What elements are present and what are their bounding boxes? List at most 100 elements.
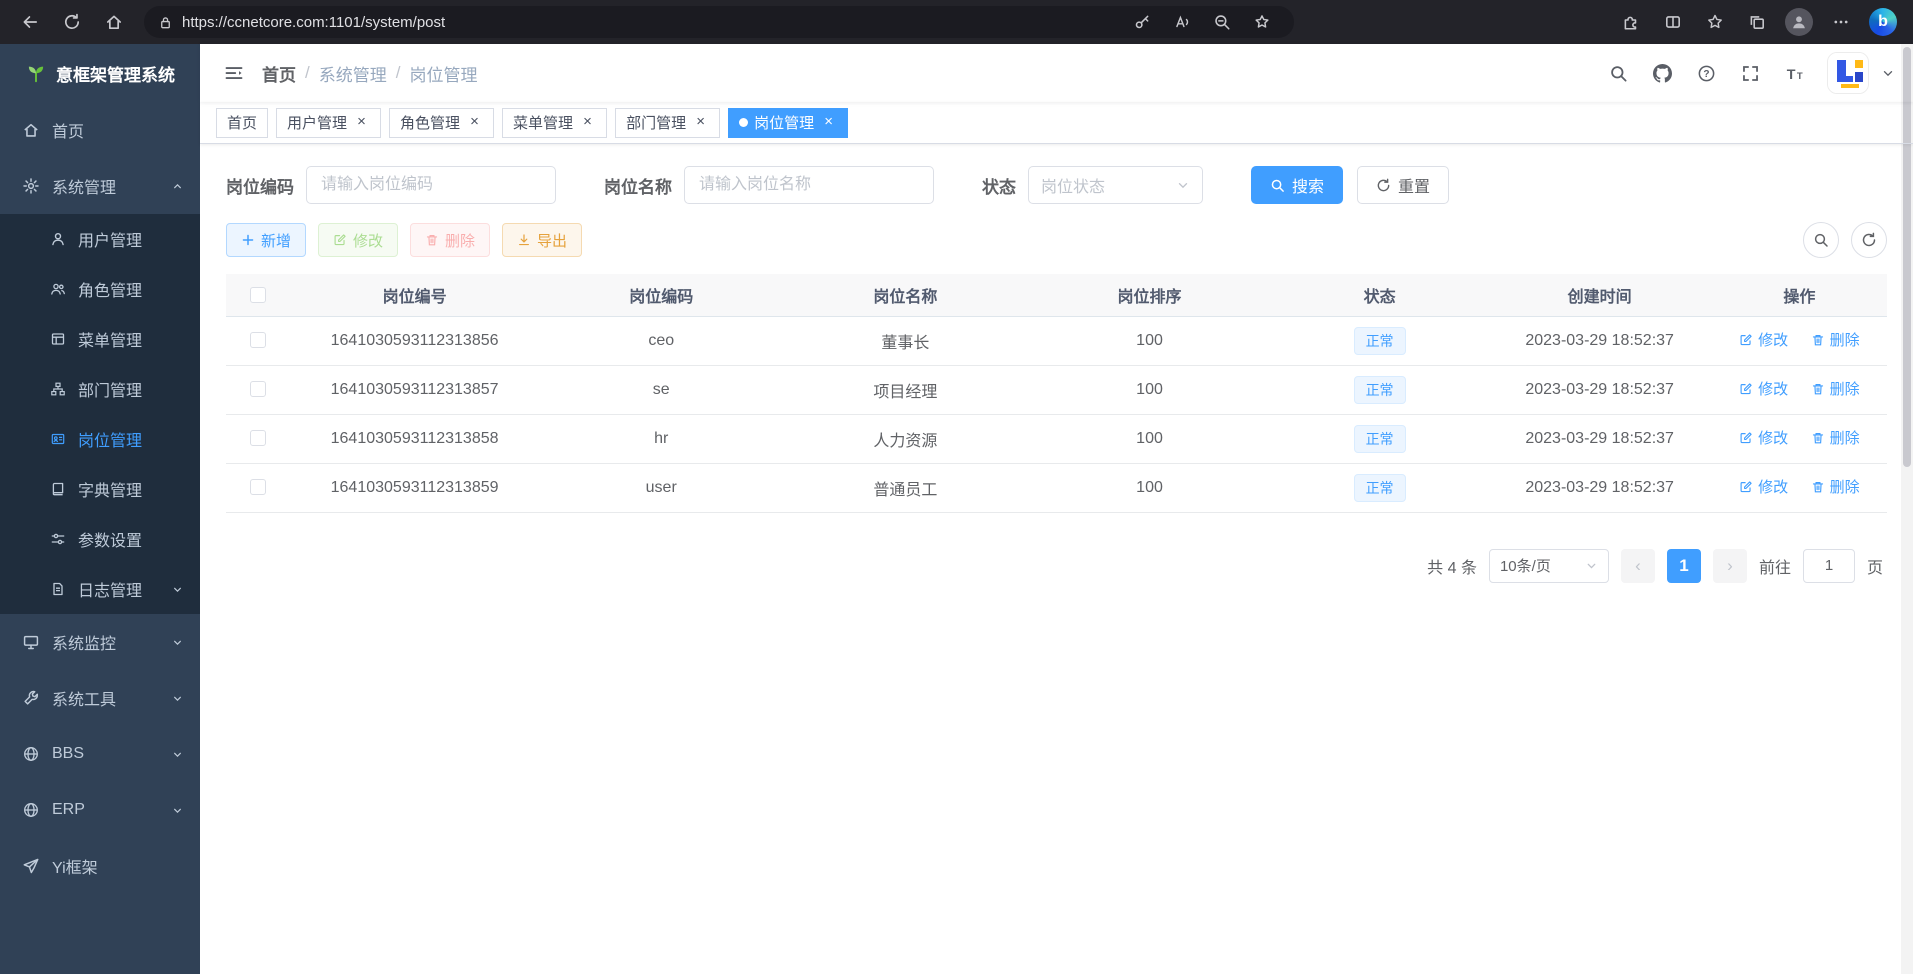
tab-close-icon[interactable]: × xyxy=(353,114,370,131)
home-icon[interactable] xyxy=(96,5,132,39)
sidebar-item-dict-mgmt[interactable]: 字典管理 xyxy=(0,464,200,514)
password-key-icon[interactable] xyxy=(1124,5,1160,39)
delete-link-label: 删除 xyxy=(1830,476,1860,497)
book-icon xyxy=(50,481,66,497)
bing-logo[interactable]: b xyxy=(1869,8,1897,36)
edit-link-label: 修改 xyxy=(1758,476,1788,497)
tab-user-mgmt[interactable]: 用户管理× xyxy=(276,108,381,138)
user-avatar[interactable] xyxy=(1827,52,1869,94)
zoom-out-icon[interactable] xyxy=(1204,5,1240,39)
table-row[interactable]: 1641030593112313857 se 项目经理 100 正常 2023-… xyxy=(226,365,1887,414)
sidebar-item-bbs[interactable]: BBS xyxy=(0,726,200,782)
sidebar-item-user-mgmt[interactable]: 用户管理 xyxy=(0,214,200,264)
sidebar-collapse-icon[interactable] xyxy=(216,55,252,91)
status-select[interactable]: 岗位状态 xyxy=(1028,166,1203,204)
refresh-table-button[interactable] xyxy=(1851,222,1887,258)
sidebar-item-param-settings[interactable]: 参数设置 xyxy=(0,514,200,564)
tab-home[interactable]: 首页 xyxy=(216,108,268,138)
copilot-bing-icon[interactable]: b xyxy=(1865,5,1901,39)
back-icon[interactable] xyxy=(12,5,48,39)
row-delete-link[interactable]: 删除 xyxy=(1811,329,1860,350)
help-question-icon[interactable]: ? xyxy=(1687,54,1725,92)
row-delete-link[interactable]: 删除 xyxy=(1811,378,1860,399)
tab-close-icon[interactable]: × xyxy=(466,114,483,131)
github-icon[interactable] xyxy=(1643,54,1681,92)
row-edit-link[interactable]: 修改 xyxy=(1739,427,1788,448)
edit-button[interactable]: 修改 xyxy=(318,223,398,257)
row-edit-link[interactable]: 修改 xyxy=(1739,378,1788,399)
search-button[interactable]: 搜索 xyxy=(1251,166,1343,204)
row-checkbox[interactable] xyxy=(250,381,266,397)
collections-icon[interactable] xyxy=(1739,5,1775,39)
split-screen-icon[interactable] xyxy=(1655,5,1691,39)
row-checkbox[interactable] xyxy=(250,332,266,348)
tab-close-icon[interactable]: × xyxy=(692,114,709,131)
row-checkbox[interactable] xyxy=(250,479,266,495)
row-checkbox[interactable] xyxy=(250,430,266,446)
reset-button[interactable]: 重置 xyxy=(1357,166,1449,204)
tab-post-mgmt[interactable]: 岗位管理× xyxy=(728,108,848,138)
sidebar-item-label: BBS xyxy=(52,745,84,763)
sidebar-item-role-mgmt[interactable]: 角色管理 xyxy=(0,264,200,314)
sidebar-item-monitor[interactable]: 系统监控 xyxy=(0,614,200,670)
settings-ellipsis-icon[interactable] xyxy=(1823,5,1859,39)
next-page-button[interactable]: › xyxy=(1713,549,1747,583)
header-search-icon[interactable] xyxy=(1599,54,1637,92)
sidebar-item-erp[interactable]: ERP xyxy=(0,782,200,838)
sidebar-item-system[interactable]: 系统管理 xyxy=(0,158,200,214)
font-size-icon[interactable]: TT xyxy=(1775,54,1813,92)
tab-close-icon[interactable]: × xyxy=(820,114,837,131)
avatar-caret-icon[interactable] xyxy=(1881,66,1895,80)
delete-button[interactable]: 删除 xyxy=(410,223,490,257)
sidebar-item-tools[interactable]: 系统工具 xyxy=(0,670,200,726)
sidebar-item-dept-mgmt[interactable]: 部门管理 xyxy=(0,364,200,414)
cell-post-name: 项目经理 xyxy=(783,365,1027,414)
url-text[interactable]: https://ccnetcore.com:1101/system/post xyxy=(182,14,1115,31)
post-code-input[interactable] xyxy=(306,166,556,204)
favorites-bar-icon[interactable] xyxy=(1697,5,1733,39)
table-row[interactable]: 1641030593112313858 hr 人力资源 100 正常 2023-… xyxy=(226,414,1887,463)
page-size-select[interactable]: 10条/页 xyxy=(1489,549,1609,583)
tab-close-icon[interactable]: × xyxy=(579,114,596,131)
prev-page-button[interactable]: ‹ xyxy=(1621,549,1655,583)
favorites-add-icon[interactable] xyxy=(1244,5,1280,39)
export-button[interactable]: 导出 xyxy=(502,223,582,257)
row-delete-link[interactable]: 删除 xyxy=(1811,427,1860,448)
table-row[interactable]: 1641030593112313859 user 普通员工 100 正常 202… xyxy=(226,463,1887,512)
fullscreen-icon[interactable] xyxy=(1731,54,1769,92)
add-button[interactable]: 新增 xyxy=(226,223,306,257)
cell-post-code: user xyxy=(539,463,783,512)
edit-icon xyxy=(1739,480,1753,494)
address-bar[interactable]: https://ccnetcore.com:1101/system/post xyxy=(144,6,1294,38)
tab-dept-mgmt[interactable]: 部门管理× xyxy=(615,108,720,138)
post-name-input[interactable] xyxy=(684,166,934,204)
breadcrumb-home[interactable]: 首页 xyxy=(262,61,296,86)
goto-page-input[interactable] xyxy=(1803,549,1855,583)
app-logo[interactable]: 意框架管理系统 xyxy=(0,44,200,102)
profile-avatar[interactable] xyxy=(1781,5,1817,39)
toggle-search-button[interactable] xyxy=(1803,222,1839,258)
sidebar-item-home[interactable]: 首页 xyxy=(0,102,200,158)
row-delete-link[interactable]: 删除 xyxy=(1811,476,1860,497)
breadcrumb-system: 系统管理 xyxy=(319,61,387,86)
export-button-label: 导出 xyxy=(537,230,567,251)
refresh-icon[interactable] xyxy=(54,5,90,39)
plus-icon xyxy=(241,233,255,247)
sidebar-item-menu-mgmt[interactable]: 菜单管理 xyxy=(0,314,200,364)
read-aloud-icon[interactable] xyxy=(1164,5,1200,39)
table-row[interactable]: 1641030593112313856 ceo 董事长 100 正常 2023-… xyxy=(226,316,1887,365)
select-all-checkbox[interactable] xyxy=(250,287,266,303)
sidebar-item-post-mgmt[interactable]: 岗位管理 xyxy=(0,414,200,464)
current-page-button[interactable]: 1 xyxy=(1667,549,1701,583)
extensions-icon[interactable] xyxy=(1613,5,1649,39)
sidebar-item-yi-framework[interactable]: Yi框架 xyxy=(0,838,200,894)
row-edit-link[interactable]: 修改 xyxy=(1739,476,1788,497)
status-badge: 正常 xyxy=(1354,425,1406,453)
tab-role-mgmt[interactable]: 角色管理× xyxy=(389,108,494,138)
row-edit-link[interactable]: 修改 xyxy=(1739,329,1788,350)
sidebar-item-log-mgmt[interactable]: 日志管理 xyxy=(0,564,200,614)
page-scrollbar[interactable] xyxy=(1901,44,1913,974)
tab-menu-mgmt[interactable]: 菜单管理× xyxy=(502,108,607,138)
sidebar-item-label: 用户管理 xyxy=(78,227,142,251)
svg-text:T: T xyxy=(1796,70,1802,81)
